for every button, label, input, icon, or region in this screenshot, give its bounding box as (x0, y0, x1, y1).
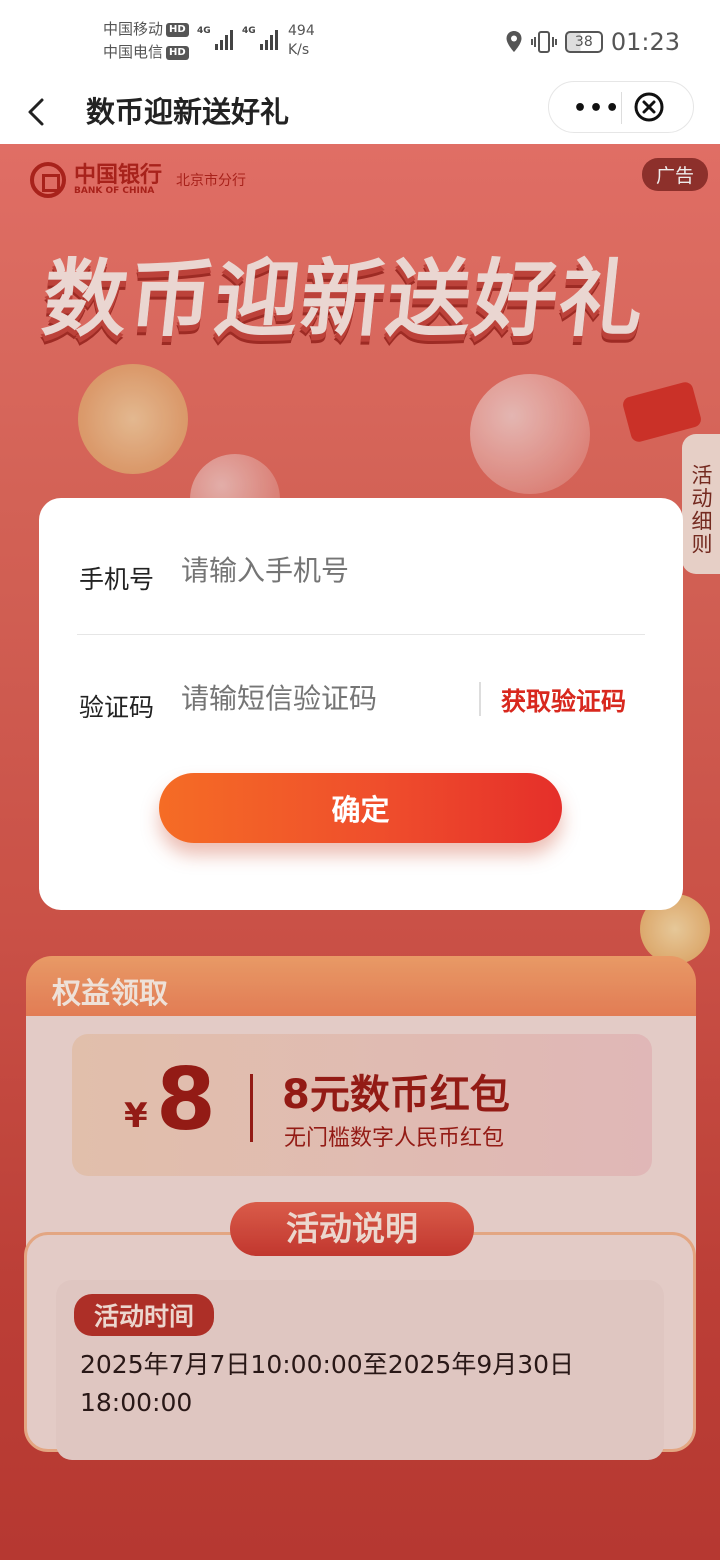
confirm-button[interactable]: 确定 (159, 773, 562, 843)
network-speed: 494 K/s (288, 23, 315, 58)
code-label: 验证码 (79, 693, 155, 722)
code-input[interactable] (181, 682, 471, 715)
carrier-1: 中国移动 (103, 20, 164, 38)
location-icon (506, 31, 522, 52)
status-bar: 中国移动 HD 中国电信 HD 4G 4G 494 K/s 38 01:23 (0, 0, 720, 80)
signal-icon: 4G (242, 26, 278, 50)
phone-verify-dialog: 手机号 验证码 获取验证码 确定 (39, 498, 683, 910)
hd-badge: HD (166, 22, 189, 37)
close-icon[interactable] (633, 91, 665, 123)
capsule-divider (621, 92, 622, 124)
carrier-info: 中国移动 HD 中国电信 HD (103, 18, 189, 64)
clock: 01:23 (610, 28, 680, 56)
divider (77, 634, 645, 635)
signal-icon: 4G (197, 26, 233, 50)
nav-bar: 数币迎新送好礼 ••• (0, 80, 720, 144)
carrier-2: 中国电信 (103, 43, 164, 61)
hd-badge: HD (166, 45, 189, 60)
phone-label: 手机号 (79, 565, 155, 594)
page-title: 数币迎新送好礼 (86, 95, 290, 129)
back-icon[interactable] (22, 94, 52, 130)
vibrate-icon (530, 31, 557, 53)
code-divider (479, 682, 481, 716)
more-button[interactable]: ••• (573, 96, 621, 121)
mini-program-capsule: ••• (548, 81, 694, 133)
phone-input[interactable] (181, 554, 471, 587)
status-right: 38 01:23 (505, 28, 680, 56)
battery-icon: 38 (564, 31, 603, 53)
get-code-button[interactable]: 获取验证码 (501, 682, 626, 718)
